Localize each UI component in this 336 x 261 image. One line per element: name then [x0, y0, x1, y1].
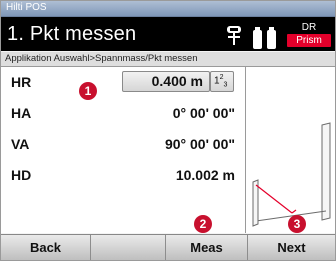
battery-icon — [253, 27, 262, 49]
breadcrumb-text: Applikation Auswahl>Spannmass/Pkt messen — [5, 53, 198, 64]
back-label: Back — [29, 240, 62, 255]
device-screen: Hilti POS 1. Pkt messen DR Prism Applika… — [0, 0, 336, 261]
breadcrumb: Applikation Auswahl>Spannmass/Pkt messen — [1, 52, 335, 67]
prism-pole-icon — [227, 26, 241, 45]
hd-label: HD — [11, 167, 32, 183]
va-value: 90° 00' 00" — [164, 136, 235, 152]
numeric-keypad-button[interactable]: 123 — [210, 71, 234, 92]
keypad-icon: 123 — [214, 74, 228, 89]
callout-3: 3 — [288, 215, 306, 233]
hr-value: 0.400 m — [151, 73, 203, 89]
back-button[interactable]: Back — [1, 235, 91, 260]
ha-label: HA — [11, 105, 32, 121]
hr-label: HR — [11, 74, 32, 90]
hr-input[interactable]: 0.400 m — [122, 71, 210, 92]
status-icons: DR Prism — [225, 22, 333, 49]
meas-label: Meas — [190, 240, 223, 255]
callout-2: 2 — [194, 215, 212, 233]
row-ha: HA 0° 00' 00" — [1, 100, 245, 128]
next-label: Next — [277, 240, 306, 255]
mode-label: DR — [301, 22, 317, 33]
wall-measurement-diagram — [252, 122, 331, 227]
page-title: 1. Pkt messen — [7, 23, 137, 45]
ha-value: 0° 00' 00" — [172, 105, 235, 121]
next-button[interactable]: Next — [248, 235, 335, 260]
callout-1: 1 — [79, 82, 97, 100]
window-title: Hilti POS — [6, 2, 47, 13]
measurement-graphic — [245, 67, 335, 233]
window-titlebar: Hilti POS — [1, 1, 335, 17]
row-va: VA 90° 00' 00" — [1, 131, 245, 159]
row-hr: HR 0.400 m 123 — [1, 69, 245, 97]
measurement-panel: HR 0.400 m 123 HA 0° 00' 00" VA 90° 00' … — [1, 67, 335, 233]
battery-icon — [267, 27, 276, 49]
row-hd: HD 10.002 m — [1, 162, 245, 190]
app-header: 1. Pkt messen DR Prism — [1, 17, 335, 51]
target-badge[interactable]: Prism — [287, 34, 331, 47]
meas-button[interactable]: Meas — [166, 235, 248, 260]
hd-value: 10.002 m — [175, 167, 235, 183]
va-label: VA — [11, 136, 30, 152]
softkey-bar: Back Meas Next — [1, 234, 335, 260]
empty-softkey[interactable] — [91, 235, 166, 260]
